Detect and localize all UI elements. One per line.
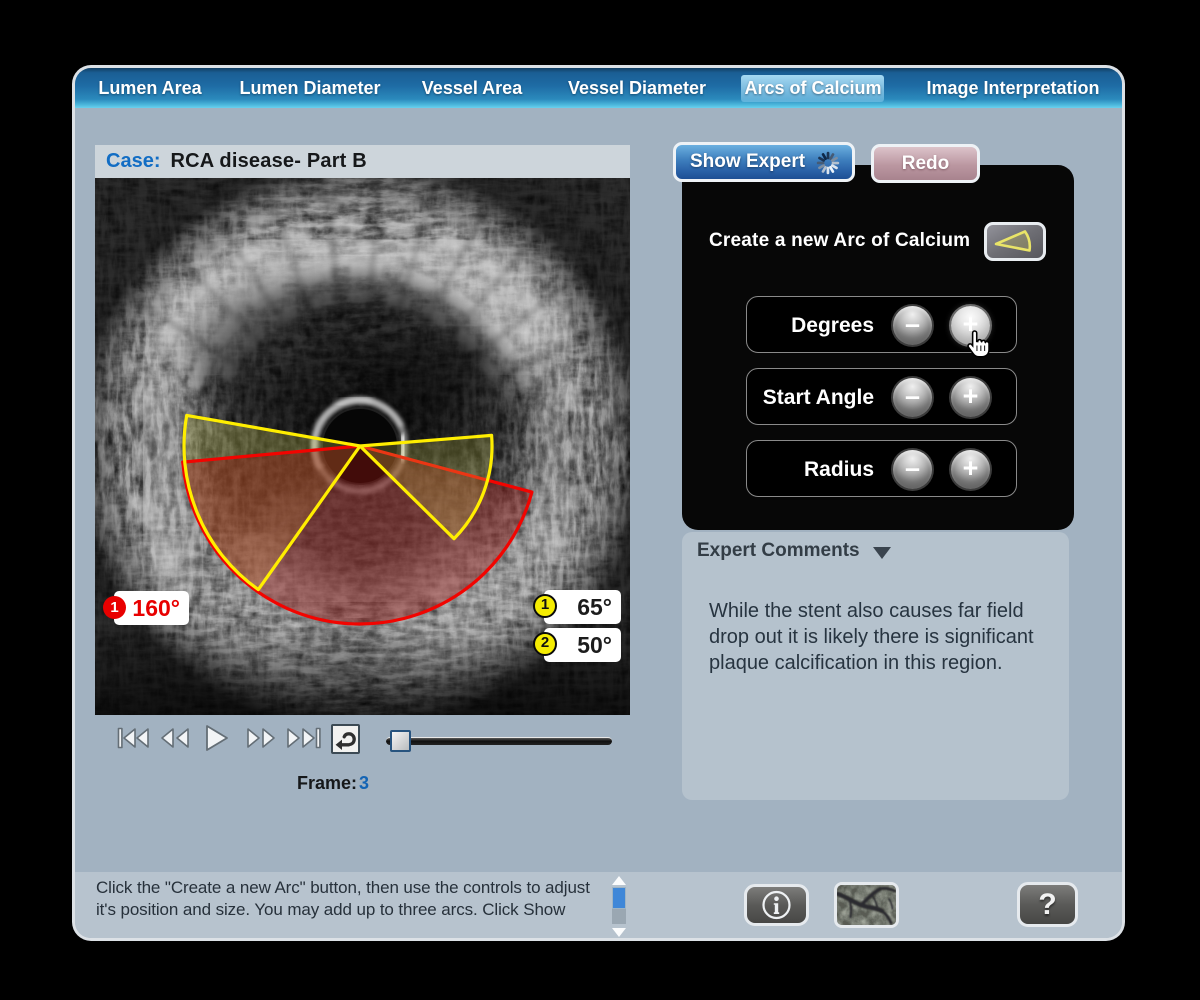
frame-indicator: Frame:3 [95, 773, 571, 794]
show-expert-button[interactable]: Show Expert [673, 142, 855, 182]
tab-lumen-area[interactable]: Lumen Area [98, 68, 201, 108]
angiogram-thumbnail-button[interactable] [834, 882, 899, 928]
scrollbar-thumb[interactable] [612, 887, 626, 909]
instruction-text: Click the "Create a new Arc" button, the… [96, 877, 636, 920]
expert-comments-header[interactable]: Expert Comments [697, 540, 860, 562]
arc-number-badge: 1 [103, 596, 126, 619]
show-expert-label: Show Expert [690, 151, 805, 172]
arc-wedge-icon [987, 225, 1043, 258]
fast-forward-icon [244, 727, 278, 749]
angiogram-image [837, 885, 896, 925]
start-angle-row: Start Angle – + [746, 368, 1017, 425]
play-icon [204, 724, 230, 752]
start-angle-plus-button[interactable]: + [951, 378, 990, 417]
arc-measure-label-red: 1 160° [114, 591, 189, 625]
scroll-up-icon[interactable] [612, 876, 626, 885]
create-arc-button[interactable] [984, 222, 1046, 261]
rewind-button[interactable] [158, 727, 192, 754]
playback-controls: Frame:3 [95, 715, 630, 795]
arc-measure-label-yellow-1: 1 65° [544, 590, 621, 624]
case-bar: Case: RCA disease- Part B [95, 145, 630, 178]
skip-start-button[interactable] [117, 727, 151, 754]
fast-forward-button[interactable] [244, 727, 278, 754]
expert-comments-panel: Expert Comments While the stent also cau… [682, 532, 1069, 800]
tab-vessel-diameter[interactable]: Vessel Diameter [568, 68, 706, 108]
radius-plus-button[interactable]: + [951, 450, 990, 489]
skip-end-button[interactable] [285, 727, 322, 754]
hand-cursor-icon [966, 330, 993, 361]
arc-measure-label-yellow-2: 2 50° [544, 628, 621, 662]
rewind-icon [158, 727, 192, 749]
radius-minus-button[interactable]: – [893, 450, 932, 489]
frame-slider[interactable] [386, 737, 612, 745]
info-icon [747, 887, 806, 923]
instruction-scrollbar[interactable] [612, 876, 626, 936]
tab-bar: Lumen Area Lumen Diameter Vessel Area Ve… [75, 68, 1122, 108]
case-title: RCA disease- Part B [170, 150, 366, 172]
tab-image-interpretation[interactable]: Image Interpretation [926, 68, 1099, 108]
redo-button[interactable]: Redo [871, 144, 980, 183]
arc-number-badge: 1 [533, 594, 557, 618]
play-button[interactable] [204, 727, 230, 757]
help-button[interactable]: ? [1017, 882, 1078, 927]
frame-label: Frame: [297, 773, 357, 793]
frame-value: 3 [359, 773, 369, 793]
skip-end-icon [285, 727, 322, 749]
start-angle-minus-button[interactable]: – [893, 378, 932, 417]
tab-arcs-of-calcium[interactable]: Arcs of Calcium [744, 68, 881, 108]
degrees-minus-button[interactable]: – [893, 306, 932, 345]
tab-lumen-diameter[interactable]: Lumen Diameter [239, 68, 380, 108]
hand-cursor [966, 330, 993, 366]
tab-vessel-area[interactable]: Vessel Area [422, 68, 522, 108]
bottom-bar: Click the "Create a new Arc" button, the… [75, 872, 1122, 938]
loop-icon [333, 726, 358, 752]
scrollbar-track[interactable] [612, 909, 626, 924]
chevron-down-icon[interactable] [873, 547, 891, 559]
create-arc-label: Create a new Arc of Calcium [709, 230, 970, 252]
expert-comment-text: While the stent also causes far field dr… [709, 598, 1049, 676]
skip-start-icon [117, 727, 151, 749]
scroll-down-icon[interactable] [612, 928, 626, 937]
ivus-image[interactable]: 1 160° 1 65° 2 50° [95, 178, 630, 715]
arc-number-badge: 2 [533, 632, 557, 656]
spinner-rays [815, 150, 841, 176]
start-angle-label: Start Angle [763, 369, 874, 426]
radius-label: Radius [804, 441, 874, 498]
info-button[interactable] [744, 884, 809, 926]
degrees-label: Degrees [791, 297, 874, 354]
app-window: Lumen Area Lumen Diameter Vessel Area Ve… [75, 68, 1122, 938]
case-label: Case: [106, 150, 160, 172]
loop-button[interactable] [331, 724, 360, 754]
radius-row: Radius – + [746, 440, 1017, 497]
frame-slider-handle[interactable] [390, 730, 411, 752]
